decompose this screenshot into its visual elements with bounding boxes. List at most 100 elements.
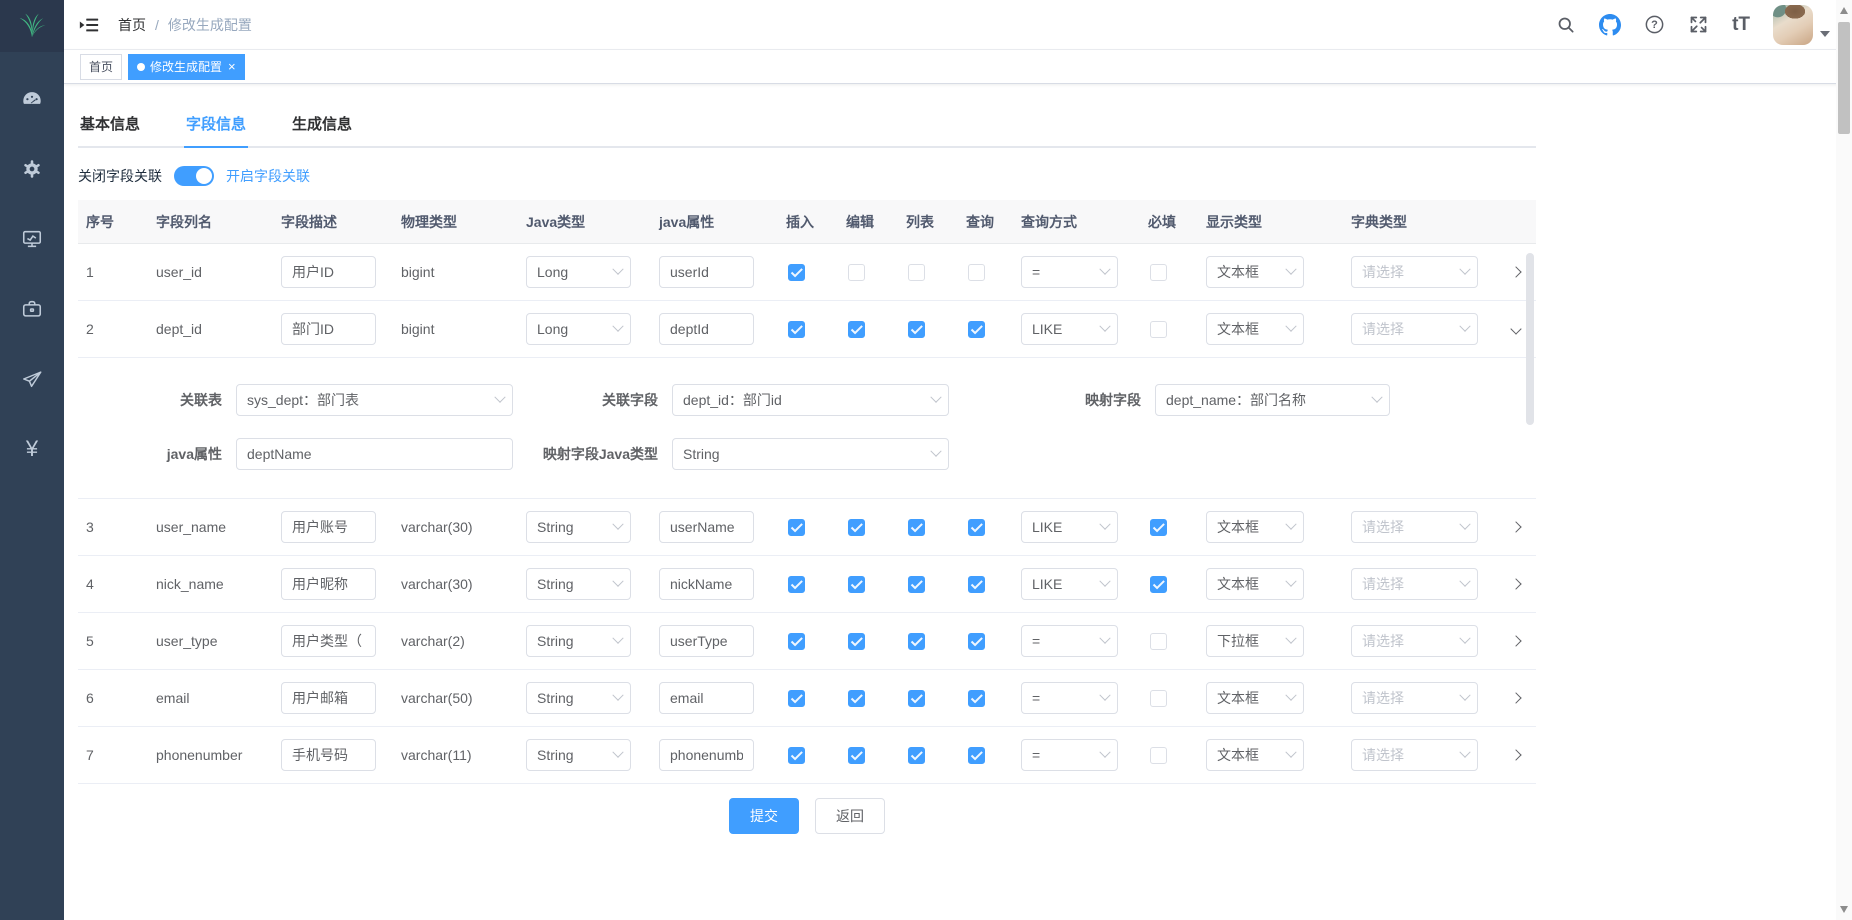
field-desc-input[interactable] (281, 256, 376, 288)
edit-checkbox[interactable] (848, 519, 865, 536)
dict-type-select[interactable]: 请选择 (1351, 682, 1478, 714)
java-type-select[interactable]: Long (526, 313, 631, 345)
java-field-input[interactable] (659, 256, 754, 288)
java-field-input[interactable] (659, 739, 754, 771)
tab-gen-info[interactable]: 生成信息 (290, 106, 354, 146)
query-checkbox[interactable] (968, 747, 985, 764)
list-checkbox[interactable] (908, 519, 925, 536)
back-button[interactable]: 返回 (815, 798, 885, 834)
scroll-up-arrow-icon[interactable] (1840, 7, 1848, 14)
font-size-icon[interactable]: tT (1732, 14, 1750, 36)
tab-basic-info[interactable]: 基本信息 (78, 106, 142, 146)
expand-icon[interactable] (1510, 578, 1521, 589)
query-checkbox[interactable] (968, 576, 985, 593)
scroll-down-arrow-icon[interactable] (1840, 906, 1848, 913)
user-menu[interactable] (1773, 5, 1830, 45)
list-checkbox[interactable] (908, 264, 925, 281)
sidebar-item-monitor[interactable] (0, 204, 64, 274)
query-type-select[interactable]: LIKE (1021, 313, 1118, 345)
required-checkbox[interactable] (1150, 633, 1167, 650)
menu-fold-icon[interactable] (78, 14, 100, 36)
expand-icon[interactable] (1510, 521, 1521, 532)
java-type-select[interactable]: String (526, 625, 631, 657)
dict-type-select[interactable]: 请选择 (1351, 511, 1478, 543)
insert-checkbox[interactable] (788, 264, 805, 281)
submit-button[interactable]: 提交 (729, 798, 799, 834)
insert-checkbox[interactable] (788, 633, 805, 650)
required-checkbox[interactable] (1150, 519, 1167, 536)
tab-field-info[interactable]: 字段信息 (184, 106, 248, 146)
insert-checkbox[interactable] (788, 690, 805, 707)
field-desc-input[interactable] (281, 313, 376, 345)
dict-type-select[interactable]: 请选择 (1351, 568, 1478, 600)
java-type-select[interactable]: String (526, 682, 631, 714)
java-field-input[interactable] (659, 313, 754, 345)
insert-checkbox[interactable] (788, 519, 805, 536)
query-type-select[interactable]: = (1021, 739, 1118, 771)
field-desc-input[interactable] (281, 625, 376, 657)
edit-checkbox[interactable] (848, 633, 865, 650)
query-checkbox[interactable] (968, 321, 985, 338)
field-desc-input[interactable] (281, 682, 376, 714)
display-type-select[interactable]: 文本框 (1206, 739, 1304, 771)
relation-table-select[interactable]: sys_dept：部门表 (236, 384, 513, 416)
edit-checkbox[interactable] (848, 576, 865, 593)
mapping-java-type-select[interactable]: String (672, 438, 949, 470)
query-type-select[interactable]: = (1021, 625, 1118, 657)
sidebar-item-deploy[interactable] (0, 344, 64, 414)
java-attr-input[interactable] (236, 438, 513, 470)
display-type-select[interactable]: 文本框 (1206, 682, 1304, 714)
field-desc-input[interactable] (281, 739, 376, 771)
edit-checkbox[interactable] (848, 747, 865, 764)
required-checkbox[interactable] (1150, 747, 1167, 764)
java-field-input[interactable] (659, 625, 754, 657)
edit-checkbox[interactable] (848, 690, 865, 707)
java-field-input[interactable] (659, 568, 754, 600)
expand-icon[interactable] (1510, 749, 1521, 760)
avatar[interactable] (1773, 5, 1813, 45)
insert-checkbox[interactable] (788, 321, 805, 338)
java-field-input[interactable] (659, 682, 754, 714)
dict-type-select[interactable]: 请选择 (1351, 313, 1478, 345)
edit-checkbox[interactable] (848, 321, 865, 338)
fullscreen-icon[interactable] (1688, 14, 1709, 35)
field-desc-input[interactable] (281, 568, 376, 600)
sidebar-item-dashboard[interactable] (0, 64, 64, 134)
required-checkbox[interactable] (1150, 576, 1167, 593)
table-scrollbar[interactable] (1526, 253, 1534, 425)
list-checkbox[interactable] (908, 321, 925, 338)
app-logo[interactable] (0, 0, 64, 52)
breadcrumb-home[interactable]: 首页 (118, 15, 146, 35)
list-checkbox[interactable] (908, 747, 925, 764)
query-checkbox[interactable] (968, 519, 985, 536)
display-type-select[interactable]: 文本框 (1206, 313, 1304, 345)
field-desc-input[interactable] (281, 511, 376, 543)
display-type-select[interactable]: 文本框 (1206, 568, 1304, 600)
insert-checkbox[interactable] (788, 576, 805, 593)
display-type-select[interactable]: 下拉框 (1206, 625, 1304, 657)
query-type-select[interactable]: LIKE (1021, 511, 1118, 543)
java-field-input[interactable] (659, 511, 754, 543)
list-checkbox[interactable] (908, 576, 925, 593)
list-checkbox[interactable] (908, 633, 925, 650)
page-scrollbar[interactable] (1836, 0, 1852, 920)
query-type-select[interactable]: LIKE (1021, 568, 1118, 600)
java-type-select[interactable]: Long (526, 256, 631, 288)
query-type-select[interactable]: = (1021, 256, 1118, 288)
tag-current[interactable]: 修改生成配置 × (128, 54, 245, 80)
java-type-select[interactable]: String (526, 511, 631, 543)
sidebar-item-system[interactable] (0, 134, 64, 204)
expand-icon[interactable] (1510, 635, 1521, 646)
scrollbar-thumb[interactable] (1838, 22, 1850, 134)
edit-checkbox[interactable] (848, 264, 865, 281)
query-type-select[interactable]: = (1021, 682, 1118, 714)
java-type-select[interactable]: String (526, 739, 631, 771)
query-checkbox[interactable] (968, 264, 985, 281)
search-icon[interactable] (1556, 15, 1576, 35)
dict-type-select[interactable]: 请选择 (1351, 256, 1478, 288)
expand-icon[interactable] (1510, 266, 1521, 277)
mapping-field-select[interactable]: dept_name：部门名称 (1155, 384, 1390, 416)
display-type-select[interactable]: 文本框 (1206, 511, 1304, 543)
sidebar-item-pay[interactable]: ¥ (0, 414, 64, 484)
github-icon[interactable] (1599, 14, 1621, 36)
